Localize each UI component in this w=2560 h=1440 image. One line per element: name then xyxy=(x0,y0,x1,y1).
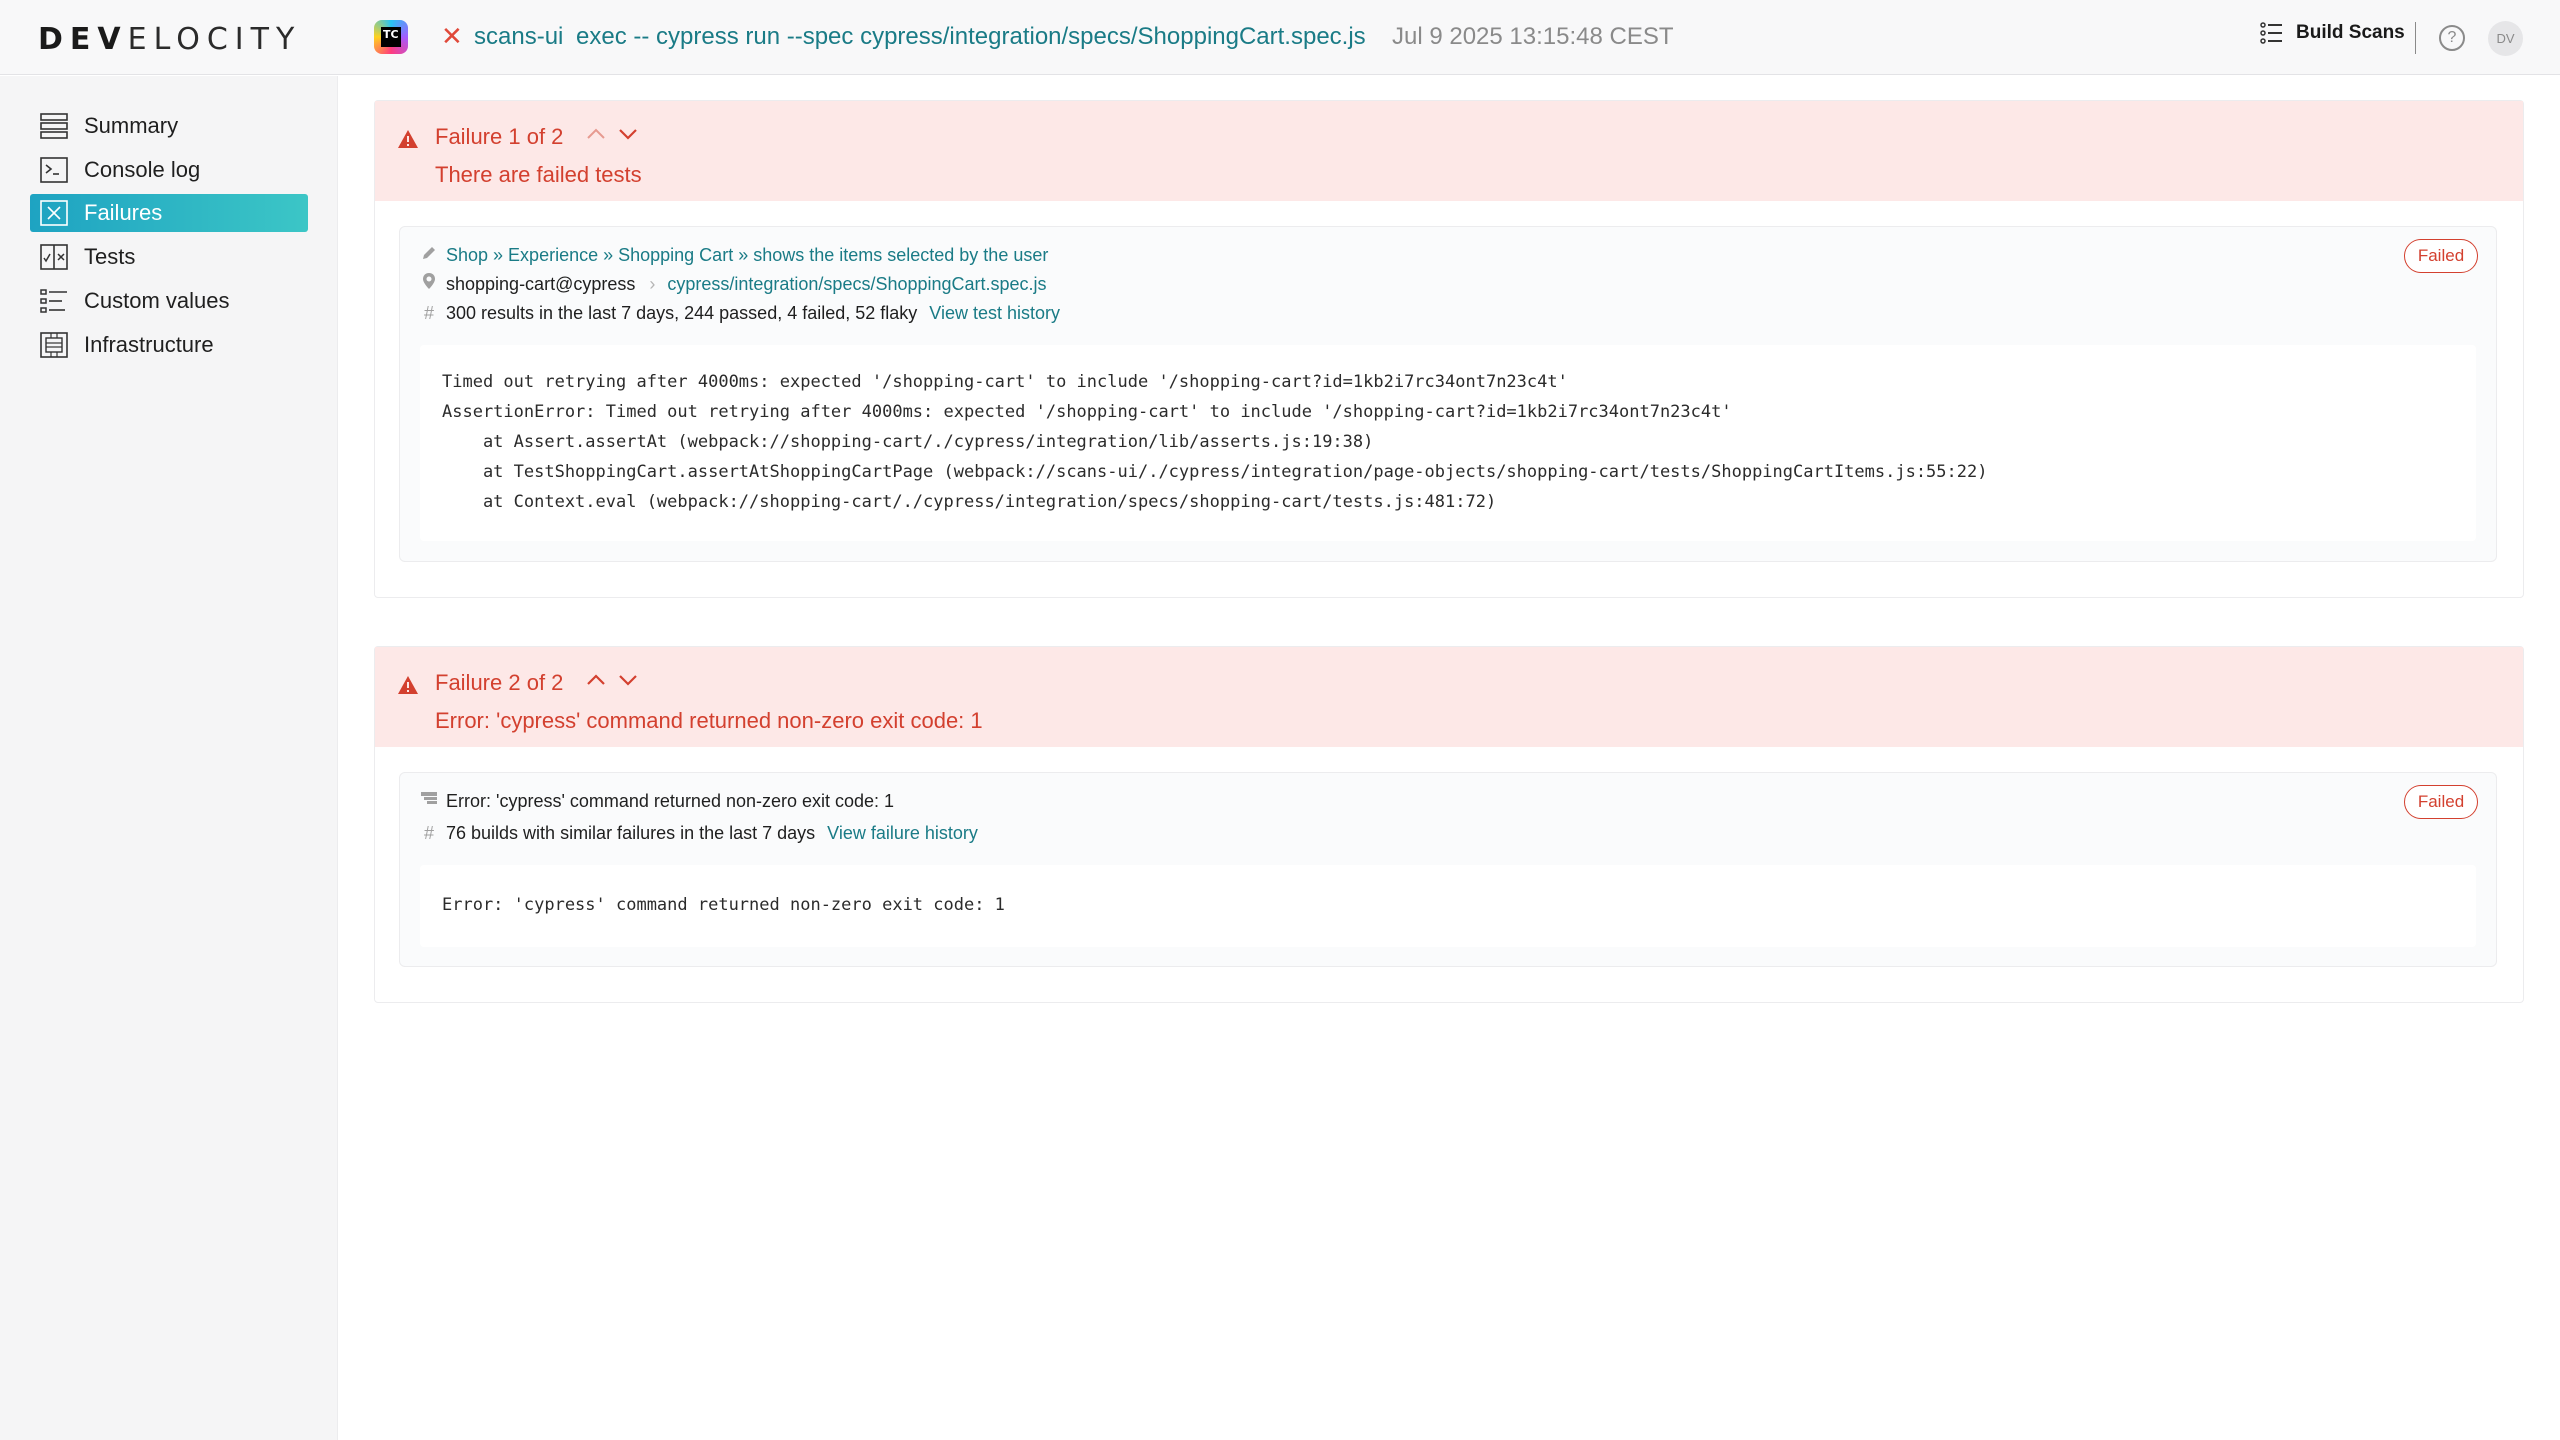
task-name: shopping-cart@cypress xyxy=(446,274,636,294)
header-divider xyxy=(2415,22,2416,54)
stacktrace-line: at TestShoppingCart.assertAtShoppingCart… xyxy=(442,462,1988,482)
sidebar-item-label: Console log xyxy=(84,157,201,182)
chevron-up-icon[interactable] xyxy=(585,123,607,145)
summary-icon xyxy=(40,112,68,140)
warning-icon xyxy=(398,676,418,694)
spec-file-link[interactable]: cypress/integration/specs/ShoppingCart.s… xyxy=(667,271,1046,297)
develocity-logo[interactable]: DEV ELOCITY xyxy=(38,22,301,57)
failure-title: Failure 2 of 2 xyxy=(435,670,564,695)
chevron-down-icon[interactable] xyxy=(617,123,639,145)
teamcity-icon[interactable]: TC xyxy=(374,20,408,54)
build-scans-button[interactable]: Build Scans xyxy=(2260,22,2405,44)
chevron-right-icon: › xyxy=(649,274,656,294)
stacktrace-line: AssertionError: Timed out retrying after… xyxy=(442,402,1732,422)
history-summary: 300 results in the last 7 days, 244 pass… xyxy=(446,303,918,323)
tests-icon xyxy=(40,243,68,271)
test-path-link[interactable]: Shop » Experience » Shopping Cart » show… xyxy=(446,242,1048,268)
custom-values-icon xyxy=(40,287,68,315)
failure-detail: Shop » Experience » Shopping Cart » show… xyxy=(399,226,2497,562)
build-command[interactable]: exec -- cypress run --spec cypress/integ… xyxy=(576,21,1366,53)
stacktrace-line: at Context.eval (webpack://shopping-cart… xyxy=(442,492,1497,512)
sidebar-item-failures[interactable]: Failures xyxy=(30,194,308,232)
top-bar: DEV ELOCITY TC ✕ scans-ui exec -- cypress… xyxy=(0,0,2560,75)
view-failure-history-link[interactable]: View failure history xyxy=(827,820,978,846)
build-scans-label: Build Scans xyxy=(2296,22,2405,43)
chevron-up-icon[interactable] xyxy=(585,669,607,691)
test-location-row: shopping-cart@cypress › cypress/integrat… xyxy=(418,271,1047,297)
history-row: # 76 builds with similar failures in the… xyxy=(418,820,978,846)
history-row: # 300 results in the last 7 days, 244 pa… xyxy=(418,300,1060,326)
failure-card: Failure 2 of 2 Error: 'cypress' command … xyxy=(374,646,2524,1003)
stacktrace: Error: 'cypress' command returned non-ze… xyxy=(420,865,2476,947)
avatar[interactable]: DV xyxy=(2488,21,2523,56)
warning-icon xyxy=(398,130,418,148)
status-badge: Failed xyxy=(2404,239,2478,273)
sidebar-item-console-log[interactable]: Console log xyxy=(30,151,308,189)
sidebar-item-label: Failures xyxy=(84,200,163,225)
failure-header: Failure 1 of 2 There are failed tests xyxy=(375,101,2523,201)
console-icon xyxy=(40,156,68,184)
stacktrace-line: Timed out retrying after 4000ms: expecte… xyxy=(442,372,1568,392)
hash-icon: # xyxy=(423,823,434,843)
sidebar-item-label: Custom values xyxy=(84,288,230,313)
infrastructure-icon xyxy=(40,331,68,359)
sidebar-item-label: Summary xyxy=(84,113,179,138)
sidebar: Summary Console log Failures Tests Custo… xyxy=(0,76,338,1440)
sidebar-item-tests[interactable]: Tests xyxy=(30,238,308,276)
logo-light-text: ELOCITY xyxy=(127,22,302,57)
hash-icon: # xyxy=(423,303,434,323)
project-name[interactable]: scans-ui xyxy=(474,21,563,53)
teamcity-icon-text: TC xyxy=(381,27,401,47)
sidebar-item-label: Tests xyxy=(84,244,136,269)
failure-message: There are failed tests xyxy=(435,162,642,187)
sidebar-item-infrastructure[interactable]: Infrastructure xyxy=(30,326,308,364)
stacktrace-line: at Assert.assertAt (webpack://shopping-c… xyxy=(442,432,1374,452)
failures-icon xyxy=(40,199,68,227)
error-summary-row: Error: 'cypress' command returned non-ze… xyxy=(418,788,894,814)
help-icon[interactable]: ? xyxy=(2439,25,2465,51)
view-test-history-link[interactable]: View test history xyxy=(929,300,1060,326)
failure-title: Failure 1 of 2 xyxy=(435,124,564,149)
history-summary: 76 builds with similar failures in the l… xyxy=(446,823,816,843)
list-icon xyxy=(2260,22,2282,44)
failure-detail: Error: 'cypress' command returned non-ze… xyxy=(399,772,2497,967)
build-timestamp: Jul 9 2025 13:15:48 CEST xyxy=(1392,23,1674,50)
logo-bold-text: DEV xyxy=(38,22,128,57)
sidebar-item-label: Infrastructure xyxy=(84,332,214,357)
error-stack-icon xyxy=(418,788,440,814)
stacktrace: Timed out retrying after 4000ms: expecte… xyxy=(420,345,2476,541)
failure-message: Error: 'cypress' command returned non-ze… xyxy=(435,708,983,733)
failure-header: Failure 2 of 2 Error: 'cypress' command … xyxy=(375,647,2523,747)
failure-card: Failure 1 of 2 There are failed tests Sh… xyxy=(374,100,2524,598)
location-pin-icon xyxy=(418,271,440,297)
stacktrace-line: Error: 'cypress' command returned non-ze… xyxy=(442,895,1005,915)
sidebar-item-custom-values[interactable]: Custom values xyxy=(30,282,308,320)
chevron-down-icon[interactable] xyxy=(617,669,639,691)
test-path-row: Shop » Experience » Shopping Cart » show… xyxy=(418,242,1048,268)
pencil-icon xyxy=(418,242,440,268)
sidebar-item-summary[interactable]: Summary xyxy=(30,107,308,145)
failed-status-icon: ✕ xyxy=(441,21,463,51)
status-badge: Failed xyxy=(2404,785,2478,819)
error-summary: Error: 'cypress' command returned non-ze… xyxy=(446,791,895,811)
